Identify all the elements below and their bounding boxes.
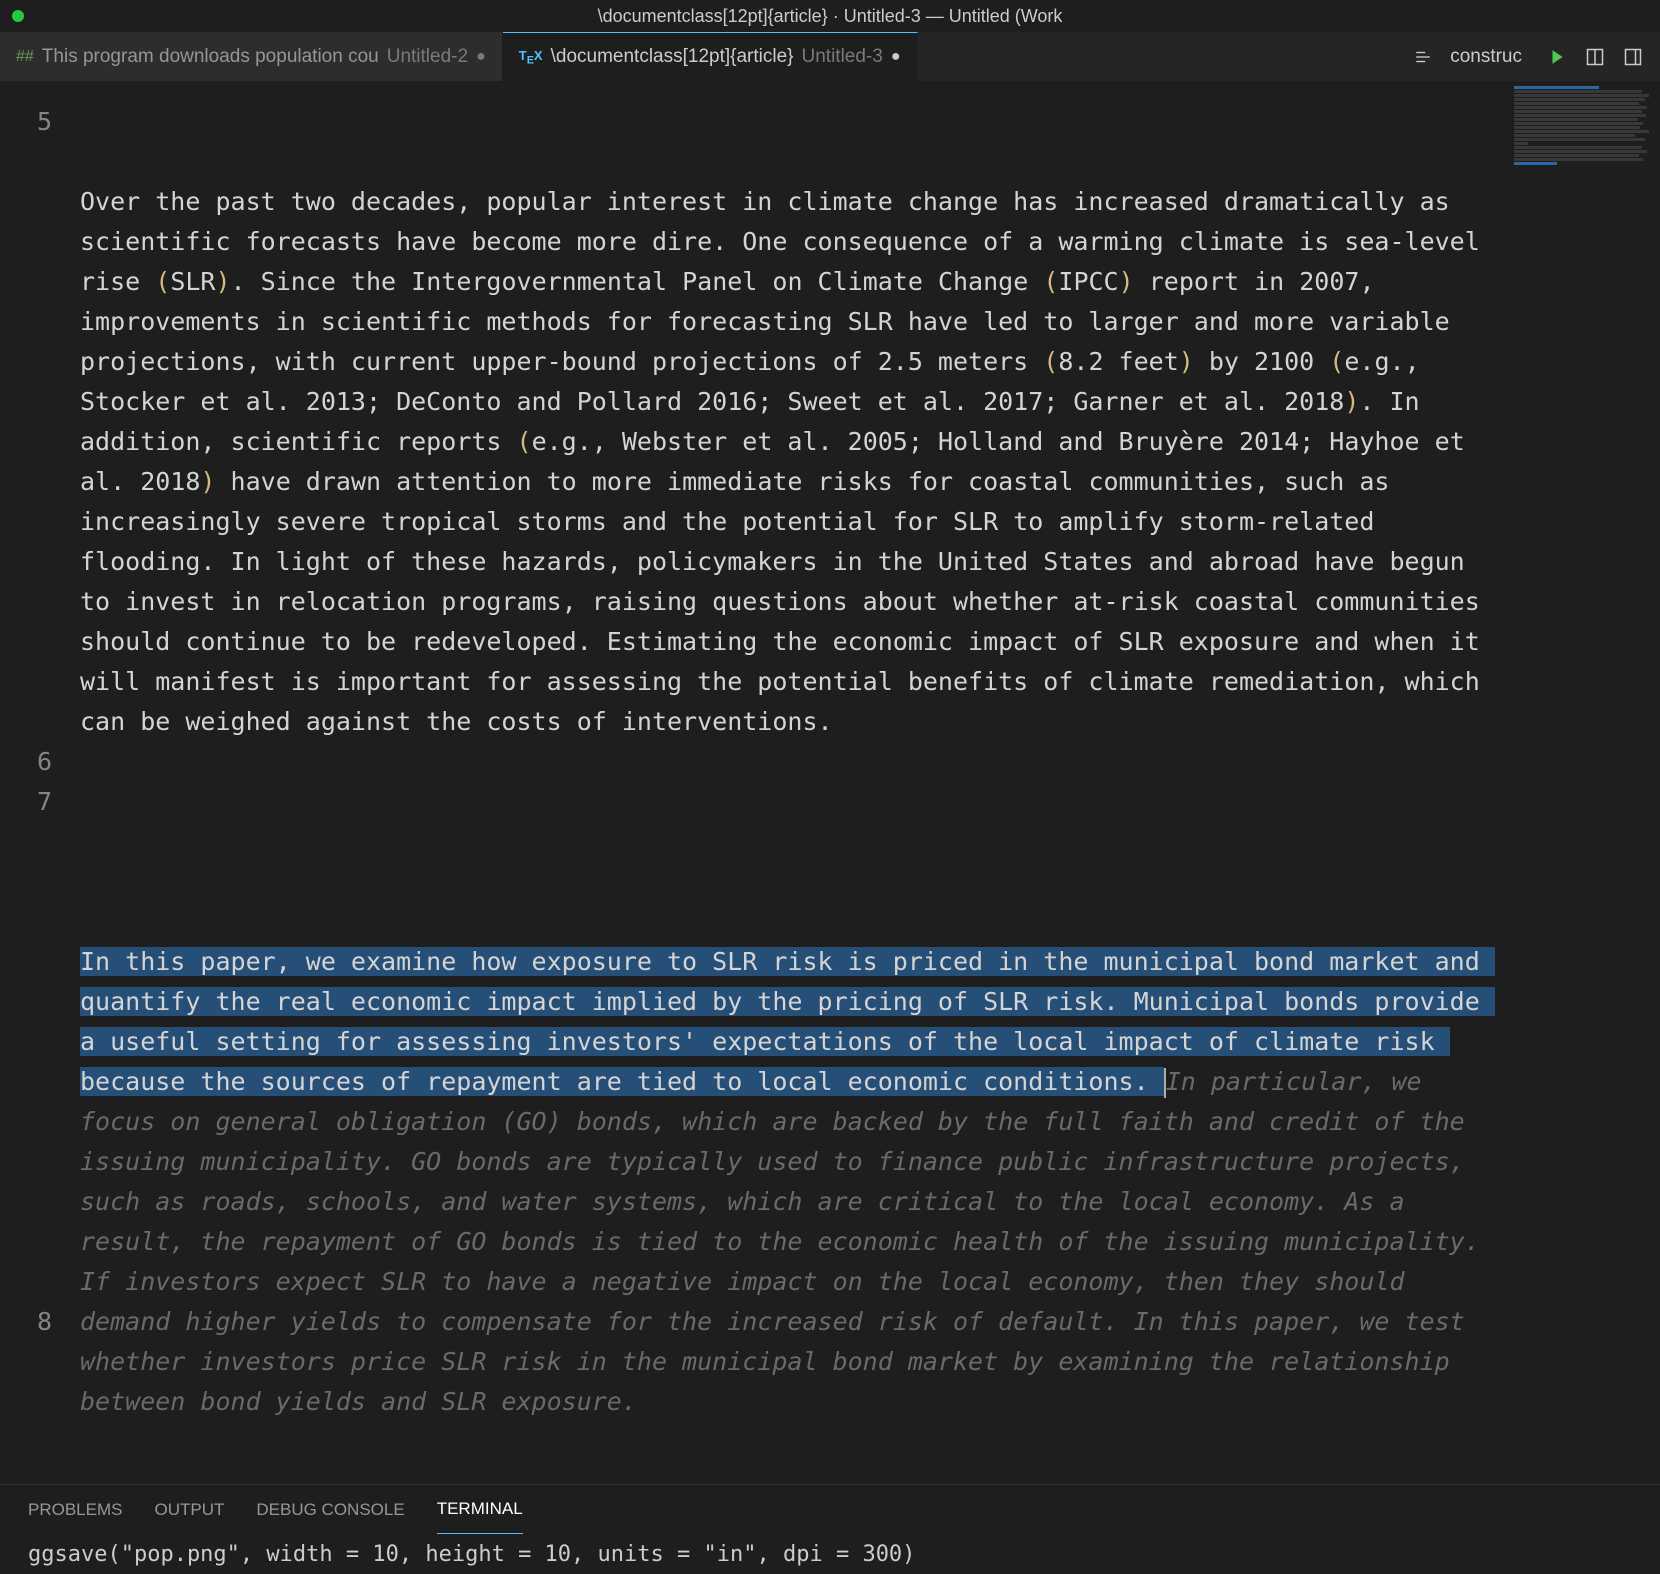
line-number: 7 [0,782,52,822]
modified-indicator-icon: ● [891,48,901,66]
tab-label: \documentclass[12pt]{article} [551,46,794,68]
layout-icon[interactable] [1622,46,1644,68]
tab-label: This program downloads population cou [42,46,379,68]
line-number: 8 [0,1302,52,1342]
tex-icon: TEX [519,48,543,67]
breadcrumb-label: construc [1450,46,1522,68]
tab-untitled-3[interactable]: TEX \documentclass[12pt]{article} Untitl… [503,32,918,81]
minimap[interactable] [1510,82,1660,1484]
code-content[interactable]: Over the past two decades, popular inter… [80,82,1510,1484]
tab-suffix: Untitled-2 [387,46,468,68]
modified-indicator-icon: ● [476,48,486,66]
tab-untitled-2[interactable]: ## This program downloads population cou… [0,32,503,81]
editor[interactable]: 5 6 7 8 Over the past two decades, popul… [0,82,1660,1484]
terminal-line: ggsave("pop.png", width = 10, height = 1… [28,1542,915,1567]
inline-suggestion: In particular, we focus on general oblig… [80,1067,1495,1416]
tab-suffix: Untitled-3 [802,46,883,68]
maximize-button[interactable] [12,10,24,22]
paragraph-1: Over the past two decades, popular inter… [80,182,1500,742]
split-editor-icon[interactable] [1584,46,1606,68]
run-icon[interactable] [1546,46,1568,68]
window-title: \documentclass[12pt]{article} · Untitled… [598,6,1063,27]
tab-bar: ## This program downloads population cou… [0,32,1660,82]
line-number: 6 [0,742,52,782]
breadcrumb-icon [1412,46,1434,68]
title-bar: \documentclass[12pt]{article} · Untitled… [0,0,1660,32]
terminal-output[interactable]: ggsave("pop.png", width = 10, height = 1… [0,1534,1660,1574]
traffic-lights [12,10,24,22]
hash-icon: ## [16,48,34,66]
tab-actions: construc [1396,32,1660,81]
line-number: 5 [0,102,52,142]
line-number-gutter: 5 6 7 8 [0,82,80,1484]
paragraph-2: In this paper, we examine how exposure t… [80,942,1500,1422]
